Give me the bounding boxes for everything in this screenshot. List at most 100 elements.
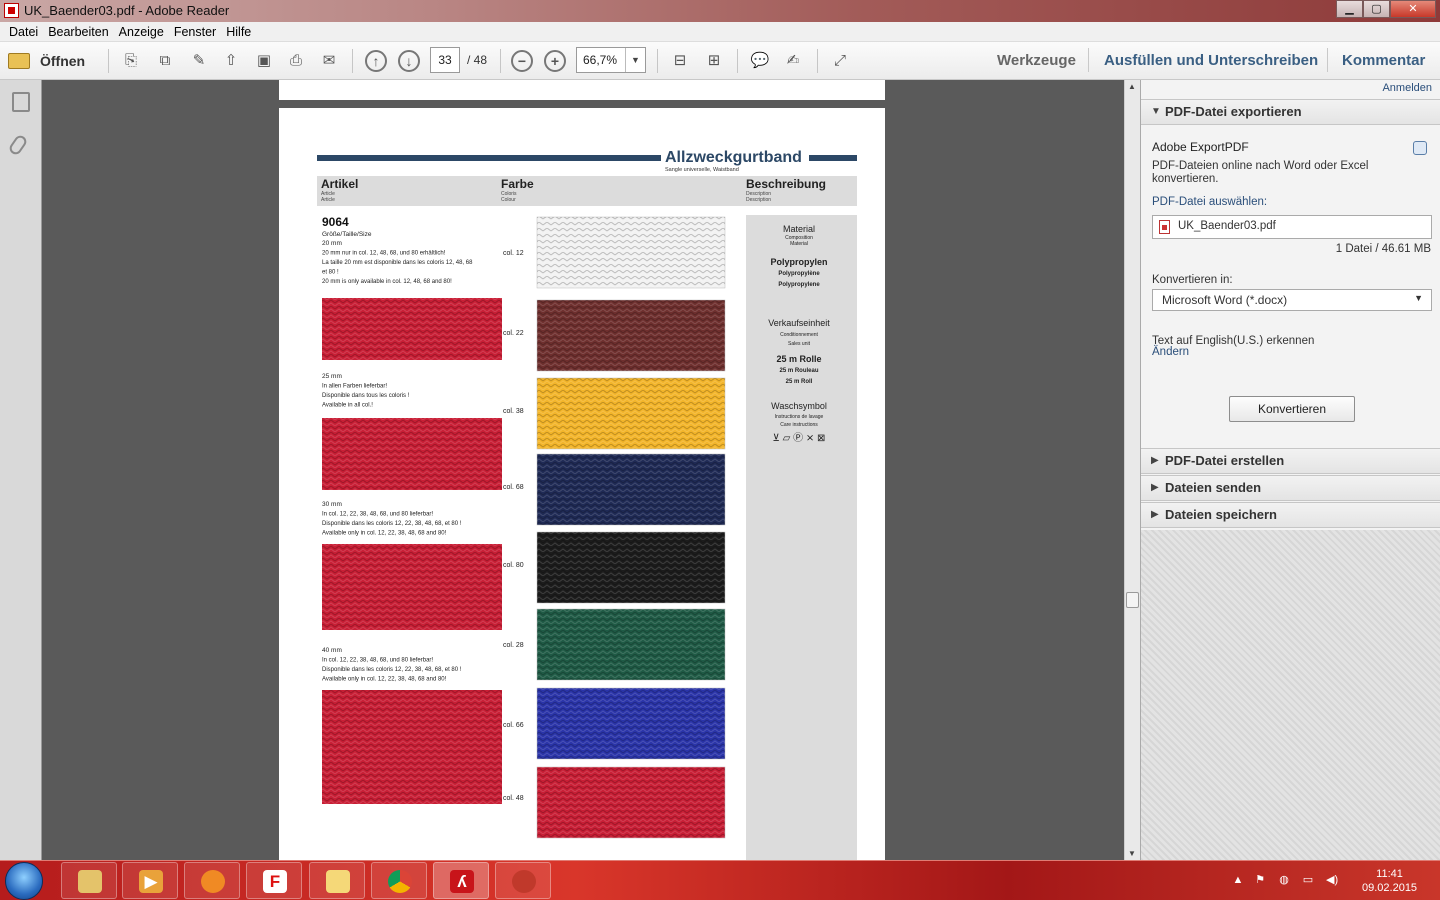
menu-anzeige[interactable]: Anzeige [114, 25, 169, 39]
size-label: Größe/Taille/Size [322, 231, 372, 238]
notes-icon[interactable] [309, 862, 365, 899]
menu-fenster[interactable]: Fenster [169, 25, 221, 39]
f-app-icon[interactable]: F [246, 862, 302, 899]
flag-icon[interactable]: ⚑ [1254, 874, 1266, 886]
header-band-right [809, 155, 857, 161]
media-player-icon[interactable]: ▶ [122, 862, 178, 899]
upload-icon[interactable]: ⇧ [220, 50, 242, 72]
signin-link[interactable]: Anmelden [1382, 82, 1432, 94]
comment-bubble-icon[interactable]: 💬 [749, 50, 771, 72]
convert-button[interactable]: Konvertieren [1229, 396, 1355, 422]
scroll-thumb[interactable] [1126, 592, 1139, 608]
convert-format-select[interactable]: Microsoft Word (*.docx) ▼ [1152, 289, 1432, 311]
highlight-icon[interactable]: ✍ [782, 50, 804, 72]
create-pdf-header[interactable]: ▶ PDF-Datei erstellen [1141, 448, 1440, 474]
comment-pane-button[interactable]: Kommentar [1342, 52, 1425, 69]
maximize-button[interactable]: ▢ [1363, 0, 1390, 18]
export-pdf-header[interactable]: ▼ PDF-Datei exportieren [1141, 99, 1440, 125]
header-title: Allzweckgurtband [665, 149, 802, 166]
col-artikel: Artikel [321, 177, 358, 191]
network-icon[interactable]: ◍ [1278, 874, 1290, 886]
color-swatches: col. 12 col. 22 col. 38 col. 68 col. 80 col. … [503, 216, 726, 839]
zoom-value: 66,7% [583, 53, 618, 67]
volume-icon[interactable]: ◀) [1326, 874, 1338, 886]
firefox-icon[interactable] [184, 862, 240, 899]
size-note-line: et 80 ! [322, 270, 339, 276]
close-button[interactable]: ✕ [1390, 0, 1436, 18]
clock[interactable]: 11:41 09.02.2015 [1362, 867, 1417, 895]
zoom-out-icon[interactable]: − [511, 50, 533, 72]
description-column [746, 215, 857, 860]
chevron-down-icon[interactable]: ▼ [625, 48, 645, 72]
fullscreen-icon[interactable]: ⤢ [829, 50, 851, 72]
desc-wash: Waschsymbol [771, 401, 827, 411]
window-title: UK_Baender03.pdf - Adobe Reader [24, 3, 230, 18]
other-app-icon[interactable] [495, 862, 551, 899]
print-icon[interactable]: ⎙ [285, 50, 307, 72]
prev-page-icon[interactable]: ↑ [365, 50, 387, 72]
fit-page-icon[interactable]: ⊟ [669, 50, 691, 72]
article-number: 9064 [322, 215, 349, 229]
desc-material-value-fr: Polypropylène [778, 271, 820, 277]
chrome-icon[interactable] [371, 862, 427, 899]
vertical-scrollbar[interactable]: ▲ ▼ [1124, 80, 1140, 860]
navigation-pane [0, 80, 42, 860]
adobe-reader-icon[interactable]: ʎ [433, 862, 489, 899]
size-title: 20 mm [322, 240, 342, 247]
swatch-texture [537, 688, 725, 759]
fit-width-icon[interactable]: ⊞ [703, 50, 725, 72]
attachment-icon[interactable] [7, 133, 29, 157]
col-beschreibung-sub2: Description [746, 197, 771, 203]
edit-icon[interactable]: ✎ [188, 50, 210, 72]
next-page-icon[interactable]: ↓ [398, 50, 420, 72]
menu-bearbeiten[interactable]: Bearbeiten [43, 25, 113, 39]
title-bar: UK_Baender03.pdf - Adobe Reader ▁ ▢ ✕ [0, 0, 1440, 22]
explorer-icon[interactable] [61, 862, 117, 899]
col-artikel-sub2: Article [321, 197, 335, 203]
desc-unit-value-fr: 25 m Rouleau [779, 368, 818, 374]
page-number-input[interactable]: 33 [430, 47, 460, 73]
scroll-down-icon[interactable]: ▼ [1128, 849, 1136, 858]
show-hidden-icons-icon[interactable]: ▲ [1232, 874, 1244, 886]
export-info-icon[interactable] [1413, 141, 1427, 155]
scroll-up-icon[interactable]: ▲ [1128, 82, 1136, 91]
triangle-right-icon: ▶ [1151, 509, 1159, 520]
store-files-header[interactable]: ▶ Dateien speichern [1141, 502, 1440, 528]
swatch-label: col. 68 [503, 484, 524, 491]
mail-icon[interactable]: ✉ [318, 50, 340, 72]
clock-time: 11:41 [1376, 868, 1403, 880]
send-files-header[interactable]: ▶ Dateien senden [1141, 475, 1440, 501]
open-button[interactable]: Öffnen [8, 50, 85, 72]
page-total: / 48 [467, 53, 488, 67]
convert-format-value: Microsoft Word (*.docx) [1162, 293, 1288, 307]
size-note-line: Available only in col. 12, 22, 38, 48, 6… [322, 677, 447, 683]
zoom-in-icon[interactable]: + [544, 50, 566, 72]
swatch-texture [537, 300, 725, 371]
header-subtitle: Sangle universelle, Waistband [665, 167, 739, 173]
create-pdf-icon[interactable]: ⎘ [120, 50, 142, 72]
document-view[interactable]: Allzweckgurtband Sangle universelle, Wai… [42, 80, 1124, 860]
pages-icon[interactable] [12, 92, 30, 112]
combine-icon[interactable]: ⧉ [154, 50, 176, 72]
create-pdf-title: PDF-Datei erstellen [1165, 453, 1285, 468]
selected-file-field[interactable]: UK_Baender03.pdf [1152, 215, 1432, 239]
swatch-label: col. 22 [503, 330, 524, 337]
display-icon[interactable]: ▭ [1302, 874, 1314, 886]
minimize-button[interactable]: ▁ [1336, 0, 1363, 18]
change-language-link[interactable]: Ändern [1152, 346, 1189, 358]
start-button[interactable] [5, 862, 43, 900]
swatch-label: col. 28 [503, 642, 524, 649]
swatch-texture [537, 378, 725, 449]
pdf-file-icon [1159, 220, 1170, 234]
adobe-reader-icon [4, 3, 19, 18]
menu-hilfe[interactable]: Hilfe [221, 25, 256, 39]
tools-pane-button[interactable]: Werkzeuge [997, 52, 1076, 69]
fill-sign-pane-button[interactable]: Ausfüllen und Unterschreiben [1104, 52, 1318, 69]
save-icon[interactable]: ▣ [253, 50, 275, 72]
desc-material-value-en: Polypropylene [778, 282, 820, 288]
menu-bar: Datei Bearbeiten Anzeige Fenster Hilfe [0, 22, 1440, 42]
zoom-select[interactable]: 66,7% ▼ [576, 47, 646, 73]
desc-unit-value: 25 m Rolle [776, 354, 821, 364]
desc-material-sub2: Material [790, 241, 808, 247]
menu-datei[interactable]: Datei [4, 25, 43, 39]
